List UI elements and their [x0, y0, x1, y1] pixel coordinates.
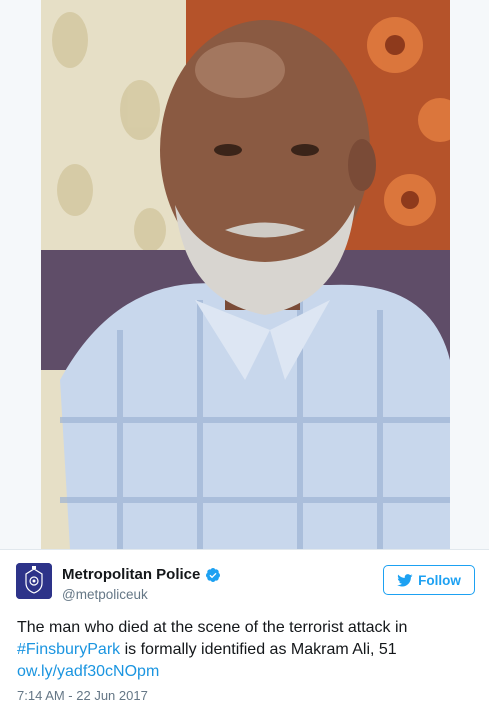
tweet-text: The man who died at the scene of the ter… — [17, 617, 477, 683]
hashtag-link[interactable]: #FinsburyPark — [17, 641, 120, 658]
tweet-timestamp[interactable]: 7:14 AM - 22 Jun 2017 — [17, 688, 148, 704]
portrait-photo — [0, 0, 489, 549]
follow-label: Follow — [418, 572, 461, 588]
url-link[interactable]: ow.ly/yadf30cNOpm — [17, 663, 159, 680]
verified-badge-icon — [206, 568, 221, 582]
author-name-row: Metropolitan Police — [62, 565, 221, 585]
avatar[interactable] — [16, 563, 52, 599]
twitter-bird-icon — [397, 573, 413, 586]
divider — [0, 549, 489, 550]
author-handle[interactable]: @metpoliceuk — [62, 586, 221, 604]
tweet-text-part2: is formally identified as Makram Ali, 51 — [120, 641, 397, 658]
tweet-author[interactable]: Metropolitan Police @metpoliceuk — [62, 565, 221, 605]
author-name[interactable]: Metropolitan Police — [62, 565, 200, 585]
tweet-photo[interactable] — [0, 0, 489, 549]
tweet-embed: Metropolitan Police @metpoliceuk Follow … — [0, 0, 489, 711]
follow-button[interactable]: Follow — [383, 565, 475, 595]
tweet-text-part1: The man who died at the scene of the ter… — [17, 619, 408, 636]
police-crest-icon — [16, 563, 52, 599]
